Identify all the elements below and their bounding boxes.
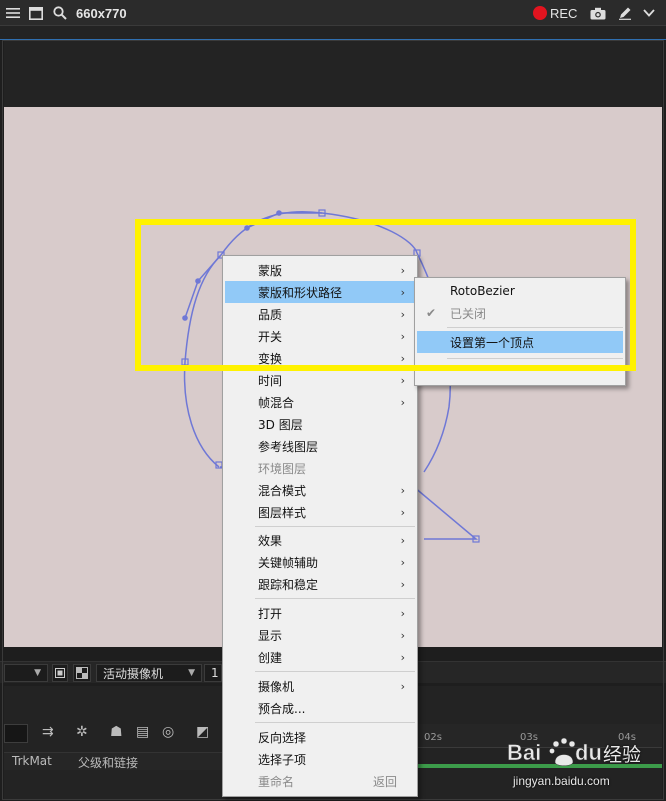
graph-editor-icon[interactable]: ◩ [196,724,209,740]
recorder-toolbar: 660x770 REC [0,0,666,26]
pencil-icon[interactable] [616,0,634,26]
active-camera-label: 活动摄像机 [103,666,164,681]
time-ruler[interactable]: 02s 03s 04s [418,724,662,748]
menu-item-rename: 重命名 返回 [258,774,397,789]
chevron-right-icon: › [400,263,405,277]
menu-item-time[interactable]: 时间 › [225,369,415,391]
menu-separator [255,526,415,527]
menu-item-reveal[interactable]: 显示 › [225,624,415,646]
menu-item-create[interactable]: 创建 › [225,646,415,668]
ruler-tick-03s: 03s [520,732,538,743]
chevron-right-icon: › [400,555,405,569]
menu-item-frame-blending[interactable]: 帧混合 › [225,391,415,413]
checkmark-icon: ✔ [426,306,437,320]
menu-item-select-children[interactable]: 选择子项 [225,748,415,770]
menu-item-camera[interactable]: 摄像机 › [225,675,415,697]
menu-item-invert-selection[interactable]: 反向选择 [225,726,415,748]
menu-separator [255,722,415,723]
menu-item-keyframe-assistant[interactable]: 关键帧辅助 › [225,551,415,573]
submenu-item-set-first-vertex[interactable]: 设置第一个顶点 [417,331,623,353]
chevron-right-icon: › [400,577,405,591]
ruler-tick-04s: 04s [618,732,636,743]
menu-item-mask-and-shape-path[interactable]: 蒙版和形状路径 › [225,281,415,303]
window-icon[interactable] [28,0,44,26]
motion-blur-icon[interactable]: ◎ [162,724,174,740]
submenu-item-closed: ✔ 已关闭 [426,306,487,321]
panel-tab-strip [0,26,666,40]
layer-context-menu: 蒙版 › 蒙版和形状路径 › 品质 › 开关 › 变换 › 时间 › 帧混合 › 3D 图层 … [222,255,418,797]
rename-shortcut: 返回 [372,774,397,789]
rec-label[interactable]: REC [550,0,577,26]
chevron-right-icon: › [400,533,405,547]
chevron-right-icon: › [400,351,405,365]
trkmat-column[interactable]: TrkMat [12,754,52,768]
chevron-right-icon: › [400,307,405,321]
dropdown-icon[interactable] [640,0,658,26]
mask-shape-path-submenu: RotoBezier ✔ 已关闭 设置第一个顶点 [414,277,626,386]
menu-item-transform[interactable]: 变换 › [225,347,415,369]
menu-item-quality[interactable]: 品质 › [225,303,415,325]
chevron-right-icon: › [400,285,405,299]
menu-separator [447,327,623,328]
work-area-bar[interactable] [418,764,662,768]
chevron-right-icon: › [400,650,405,664]
menu-item-guide-layer[interactable]: 参考线图层 [225,435,415,457]
search-icon[interactable] [52,0,68,26]
chevron-right-icon: › [400,505,405,519]
frame-blend-icon[interactable]: ▤ [136,724,149,740]
active-camera-select[interactable]: 活动摄像机 ▼ [96,664,202,682]
ruler-tick-02s: 02s [424,732,442,743]
menu-item-precompose[interactable]: 预合成... [225,697,415,719]
draft-3d-icon[interactable]: ✲ [76,724,88,740]
chevron-down-icon: ▼ [34,668,41,678]
recording-size-label: 660x770 [76,5,127,21]
chevron-right-icon: › [400,606,405,620]
chevron-right-icon: › [400,679,405,693]
menu-separator [447,358,623,359]
submenu-item-rotobezier[interactable]: RotoBezier [417,280,623,302]
panel-top-area [4,40,662,107]
channel-toggle[interactable] [52,664,68,682]
chevron-down-icon: ▼ [188,668,195,678]
chevron-right-icon: › [400,395,405,409]
views-select[interactable]: 1 [204,664,222,682]
views-value: 1 [211,666,219,680]
menu-item-effect[interactable]: 效果 › [225,529,415,551]
zoom-select[interactable]: ▼ [4,664,48,682]
parent-link-column[interactable]: 父级和链接 [78,754,138,771]
menu-separator [255,598,415,599]
menu-icon[interactable] [4,0,22,26]
chevron-right-icon: › [400,329,405,343]
menu-item-mask[interactable]: 蒙版 › [225,259,415,281]
menu-item-track-and-stabilize[interactable]: 跟踪和稳定 › [225,573,415,595]
menu-item-layer-styles[interactable]: 图层样式 › [225,501,415,523]
graph-flow-icon[interactable]: ⇉ [42,724,54,740]
timeline-search-input[interactable] [4,724,28,743]
shy-layers-icon[interactable]: ☗ [110,724,123,740]
menu-separator [255,671,415,672]
menu-item-open[interactable]: 打开 › [225,602,415,624]
menu-item-3d-layer[interactable]: 3D 图层 [225,413,415,435]
camera-icon[interactable] [589,0,607,26]
menu-item-switches[interactable]: 开关 › [225,325,415,347]
transparency-grid-toggle[interactable] [73,664,91,682]
menu-item-environment-layer: 环境图层 [258,461,307,476]
chevron-right-icon: › [400,373,405,387]
menu-item-blending-mode[interactable]: 混合模式 › [225,479,415,501]
record-dot-icon[interactable] [533,6,547,20]
chevron-right-icon: › [400,628,405,642]
chevron-right-icon: › [400,483,405,497]
